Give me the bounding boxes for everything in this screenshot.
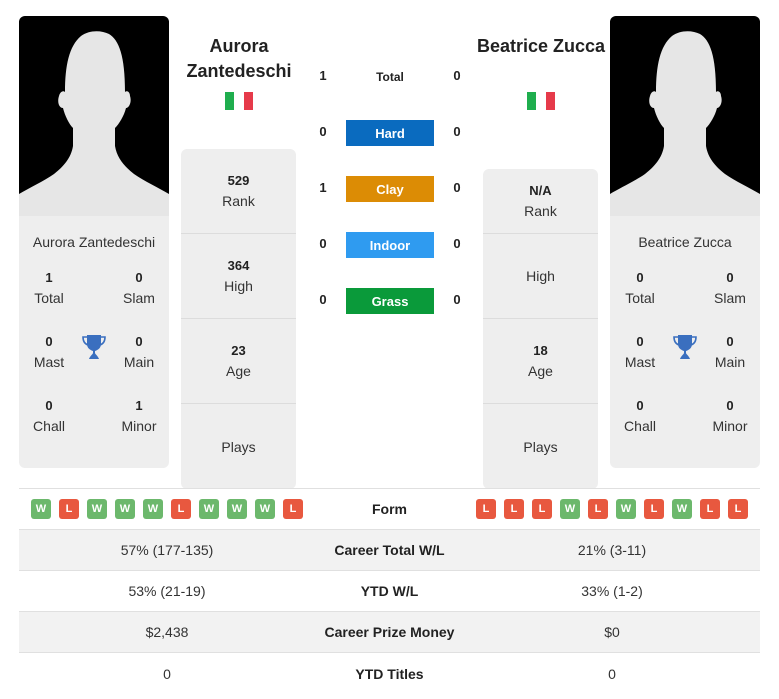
h2h-total-p1: 1 xyxy=(319,68,327,83)
player1-value: 53% (21-19) xyxy=(128,583,206,599)
player2-name[interactable]: Beatrice Zucca xyxy=(476,34,606,59)
player1-name[interactable]: Aurora Zantedeschi xyxy=(174,34,304,84)
form-win-badge: W xyxy=(31,499,51,519)
h2h-indoor-p2: 0 xyxy=(453,236,461,251)
player2-age: 18 Age xyxy=(483,319,598,404)
player1-titles-chall: 0 Chall xyxy=(33,398,65,434)
h2h-indoor-p1: 0 xyxy=(319,236,327,251)
form-win-badge: W xyxy=(255,499,275,519)
player1-value: $2,438 xyxy=(145,624,189,640)
player1-titles-minor: 1 Minor xyxy=(121,398,157,434)
h2h-grass-p2: 0 xyxy=(453,292,461,307)
player2-titles-slam: 0 Slam xyxy=(714,270,746,306)
player1-rank: 529 Rank xyxy=(181,149,296,234)
table-row: $2,438 Career Prize Money $0 xyxy=(19,612,760,653)
player2-rank: N/A Rank xyxy=(483,169,598,234)
player2-card-name: Beatrice Zucca xyxy=(638,234,732,250)
form-win-badge: W xyxy=(227,499,247,519)
table-row: 53% (21-19) YTD W/L 33% (1-2) xyxy=(19,571,760,612)
form-row: WLWWWLWWWL Form LLLWLWLWLL xyxy=(19,489,760,530)
player1-titles: 1 Total 0 Slam 0 Mast 0 Main 0 Chall 1 Minor xyxy=(19,268,169,464)
form-loss-badge: L xyxy=(588,499,608,519)
player2-titles-mast: 0 Mast xyxy=(624,334,656,370)
player2-titles-total: 0 Total xyxy=(625,270,655,306)
form-loss-badge: L xyxy=(504,499,524,519)
table-row: 0 YTD Titles 0 xyxy=(19,653,760,694)
row-label: Career Prize Money xyxy=(324,624,455,640)
form-loss-badge: L xyxy=(283,499,303,519)
h2h-clay-p1: 1 xyxy=(319,180,327,195)
form-loss-badge: L xyxy=(476,499,496,519)
form-win-badge: W xyxy=(672,499,692,519)
player2-titles: 0 Total 0 Slam 0 Mast 0 Main 0 Chall 0 Minor xyxy=(610,268,760,464)
h2h-total-p2: 0 xyxy=(453,68,461,83)
player2-plays: Plays xyxy=(523,438,558,455)
player2-form: LLLWLWLWLL xyxy=(464,499,760,519)
surface-clay-badge: Clay xyxy=(346,176,434,202)
player1-age: 23 Age xyxy=(181,319,296,404)
row-label: YTD Titles xyxy=(355,665,424,682)
player2-high: High xyxy=(483,234,598,319)
player1-value: 0 xyxy=(163,665,171,682)
h2h-grass-row: 0 Grass 0 xyxy=(310,288,470,314)
player1-high: 364 High xyxy=(181,234,296,319)
comparison-table: WLWWWLWWWL Form LLLWLWLWLL 57% (177-135)… xyxy=(19,488,760,694)
player2-stats: N/A Rank High 18 Age Plays xyxy=(483,169,598,489)
form-loss-badge: L xyxy=(171,499,191,519)
player2-value: $0 xyxy=(604,624,620,640)
player1-card-name: Aurora Zantedeschi xyxy=(32,234,156,250)
form-win-badge: W xyxy=(87,499,107,519)
form-win-badge: W xyxy=(143,499,163,519)
h2h-indoor-row: 0 Indoor 0 xyxy=(310,232,470,258)
form-loss-badge: L xyxy=(644,499,664,519)
italy-flag-icon xyxy=(225,92,253,110)
silhouette-icon xyxy=(19,31,169,216)
player1-stats: 529 Rank 364 High 23 Age Plays xyxy=(181,149,296,489)
player1-value: 57% (177-135) xyxy=(120,542,214,558)
player1-titles-mast: 0 Mast xyxy=(33,334,65,370)
italy-flag-icon xyxy=(527,92,555,110)
h2h-total-row: 1 Total 0 xyxy=(310,64,470,90)
h2h-hard-row: 0 Hard 0 xyxy=(310,120,470,146)
form-label: Form xyxy=(372,501,407,517)
player2-titles-main: 0 Main xyxy=(714,334,746,370)
player2-value: 21% (3-11) xyxy=(577,542,647,558)
player2-value: 0 xyxy=(608,665,616,682)
form-win-badge: W xyxy=(560,499,580,519)
form-win-badge: W xyxy=(199,499,219,519)
h2h-grass-p1: 0 xyxy=(319,292,327,307)
row-label: Career Total W/L xyxy=(334,542,445,558)
player1-titles-slam: 0 Slam xyxy=(123,270,155,306)
h2h-hard-p1: 0 xyxy=(319,124,327,139)
trophy-icon xyxy=(82,335,106,359)
form-loss-badge: L xyxy=(532,499,552,519)
row-label: YTD W/L xyxy=(360,583,419,599)
player2-value: 33% (1-2) xyxy=(581,583,643,599)
trophy-icon xyxy=(673,335,697,359)
form-loss-badge: L xyxy=(700,499,720,519)
player1-form: WLWWWLWWWL xyxy=(19,499,315,519)
surface-grass-badge: Grass xyxy=(346,288,434,314)
silhouette-icon xyxy=(610,31,760,216)
player1-titles-main: 0 Main xyxy=(123,334,155,370)
player1-plays: Plays xyxy=(221,438,256,455)
player2-titles-chall: 0 Chall xyxy=(624,398,656,434)
form-win-badge: W xyxy=(616,499,636,519)
player2-titles-minor: 0 Minor xyxy=(712,398,748,434)
h2h-clay-p2: 0 xyxy=(453,180,461,195)
surface-indoor-badge: Indoor xyxy=(346,232,434,258)
player1-card: Aurora Zantedeschi 1 Total 0 Slam 0 Mast 0M… xyxy=(19,16,169,468)
player1-titles-total: 1 Total xyxy=(34,270,64,306)
form-win-badge: W xyxy=(115,499,135,519)
player2-photo xyxy=(610,16,760,216)
h2h-total-label: Total xyxy=(376,70,404,84)
h2h-clay-row: 1 Clay 0 xyxy=(310,176,470,202)
form-loss-badge: L xyxy=(728,499,748,519)
player2-card: Beatrice Zucca 0 Total 0 Slam 0 Mast 0 Main … xyxy=(610,16,760,468)
surface-hard-badge: Hard xyxy=(346,120,434,146)
form-loss-badge: L xyxy=(59,499,79,519)
player1-photo xyxy=(19,16,169,216)
h2h-hard-p2: 0 xyxy=(453,124,461,139)
table-row: 57% (177-135) Career Total W/L 21% (3-11… xyxy=(19,530,760,571)
